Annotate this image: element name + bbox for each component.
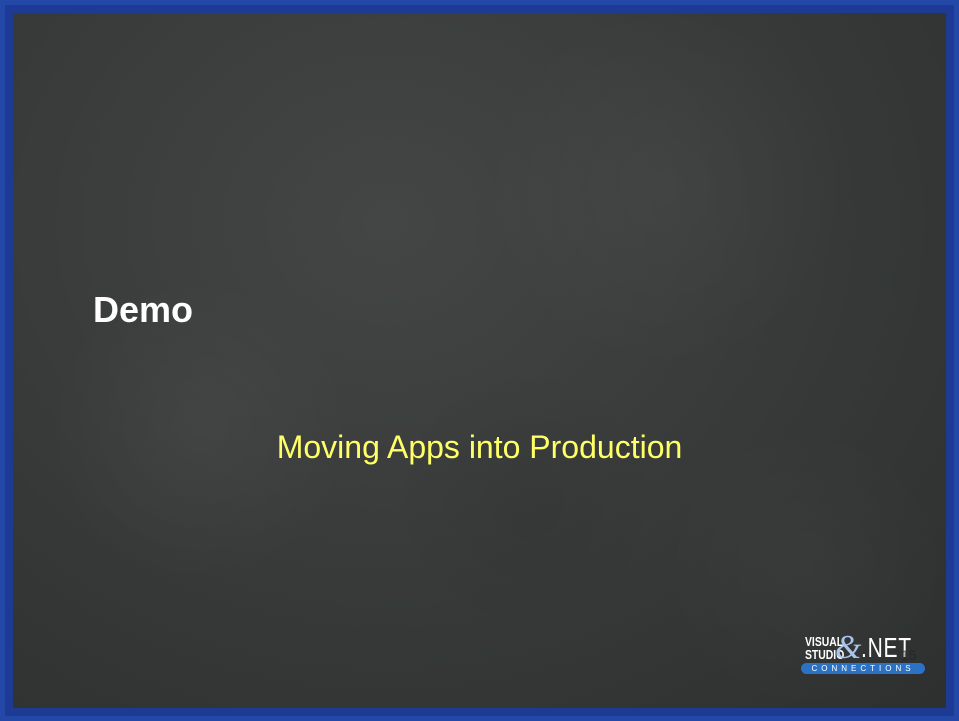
logo-ampersand: & (835, 629, 862, 666)
slide-title: Demo (93, 289, 194, 330)
slide-number: 15 (901, 647, 917, 663)
logo-connections-band: CONNECTIONS (801, 663, 925, 674)
slide-subtitle: Moving Apps into Production (276, 429, 683, 465)
slide-canvas: Demo Moving Apps into Production VISUAL … (13, 13, 946, 708)
background-texture (13, 13, 946, 708)
